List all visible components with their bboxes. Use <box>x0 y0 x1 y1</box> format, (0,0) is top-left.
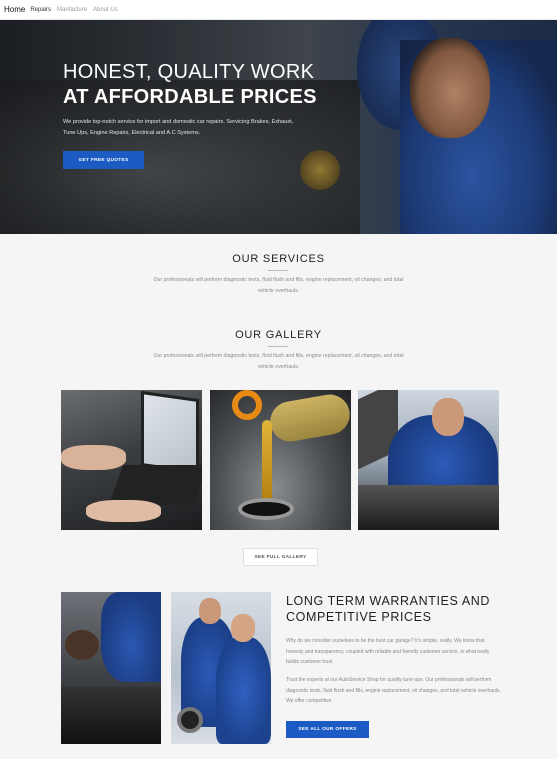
hero-title: HONEST, QUALITY WORK AT AFFORDABLE PRICE… <box>63 60 317 110</box>
see-all-offers-button[interactable]: SEE ALL OUR OFFERS <box>286 721 369 738</box>
car-wheel <box>177 707 203 733</box>
services-title: OUR SERVICES <box>232 253 325 265</box>
mechanic-head <box>65 630 99 660</box>
oil-stream <box>262 420 272 505</box>
hero-title-line1: HONEST, QUALITY WORK <box>63 61 315 83</box>
hero-banner: HONEST, QUALITY WORK AT AFFORDABLE PRICE… <box>0 20 557 234</box>
laptop-keyboard <box>108 465 202 505</box>
mechanic-head <box>432 398 464 436</box>
oil-filler <box>238 498 294 520</box>
warranty-title: LONG TERM WARRANTIES AND COMPETITIVE PRI… <box>286 594 491 624</box>
gallery-divider <box>268 346 288 347</box>
oil-cap <box>232 390 262 420</box>
mechanic-right-head <box>231 614 255 642</box>
warranty-image-team <box>171 592 271 744</box>
nav-link-manfacture[interactable]: Manfacture <box>57 7 87 13</box>
gallery-text: Our professionals will perform diagnosti… <box>153 353 404 370</box>
warranty-paragraph-2: Trust the experts at our AutoService Sho… <box>286 677 501 704</box>
hand <box>86 500 161 522</box>
oil-bottle <box>267 391 351 445</box>
get-free-quotes-button[interactable]: GET FREE QUOTES <box>63 151 144 169</box>
gallery-title: OUR GALLERY <box>235 329 322 341</box>
warranty-image-mechanic <box>61 592 161 744</box>
hand <box>61 445 126 470</box>
gallery-image-mechanic[interactable] <box>358 390 499 530</box>
hero-title-line2: AT AFFORDABLE PRICES <box>63 86 317 108</box>
warranty-paragraph-1: Why do we consider ourselves to be the b… <box>286 638 490 665</box>
mechanic-left-head <box>199 598 221 624</box>
see-full-gallery-button[interactable]: SEE FULL GALLERY <box>243 548 318 566</box>
mechanic-arm <box>101 592 161 682</box>
nav-link-repairs[interactable]: Repairs <box>30 7 51 13</box>
mechanic-right <box>216 637 271 744</box>
laptop-screen <box>141 390 199 475</box>
top-nav: Home Repairs Manfacture About Us <box>0 0 557 20</box>
services-text: Our professionals will perform diagnosti… <box>153 277 404 294</box>
services-divider <box>268 270 288 271</box>
gallery-image-oil-change[interactable] <box>210 390 351 530</box>
nav-link-about-us[interactable]: About Us <box>93 7 118 13</box>
gallery-image-diagnostics[interactable] <box>61 390 202 530</box>
engine-bay <box>358 485 499 530</box>
nav-home-link[interactable]: Home <box>4 5 25 14</box>
engine-bay <box>61 687 161 744</box>
hero-description: We provide top-notch service for import … <box>63 119 294 136</box>
